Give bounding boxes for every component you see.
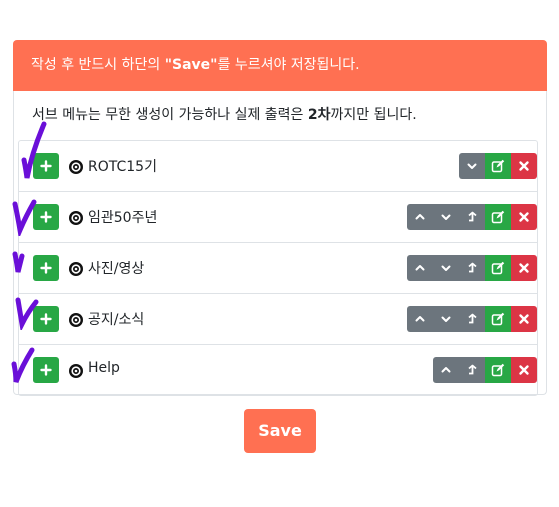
delete-button[interactable]	[511, 204, 537, 230]
close-icon	[518, 313, 530, 325]
chevron-up-icon	[414, 211, 426, 223]
menu-item-row: 공지/소식	[19, 294, 537, 345]
chevron-down-icon	[440, 313, 452, 325]
edit-button[interactable]	[485, 255, 511, 281]
plus-icon	[40, 160, 52, 172]
edit-icon	[491, 312, 505, 326]
menu-item-actions	[407, 255, 537, 281]
add-submenu-button[interactable]	[33, 204, 59, 230]
edit-button[interactable]	[485, 357, 511, 383]
target-icon	[69, 312, 83, 327]
plus-icon	[40, 211, 52, 223]
edit-icon	[491, 159, 505, 173]
save-notice-banner: 작성 후 반드시 하단의 "Save"를 누르셔야 저장됩니다.	[13, 40, 547, 91]
menu-item-row: 임관50주년	[19, 192, 537, 243]
move-down-button[interactable]	[433, 306, 459, 332]
target-icon	[69, 261, 83, 276]
target-icon	[69, 159, 83, 174]
menu-list: ROTC15기임관50주년사진/영상공지/소식 Help	[18, 140, 538, 396]
chevron-up-icon	[414, 262, 426, 274]
target-icon	[69, 363, 83, 378]
outdent-button[interactable]	[459, 357, 485, 383]
submenu-info: 서브 메뉴는 무한 생성이 가능하나 실제 출력은 2차까지만 됩니다.	[32, 104, 417, 124]
move-down-button[interactable]	[433, 204, 459, 230]
delete-button[interactable]	[511, 153, 537, 179]
add-submenu-button[interactable]	[33, 357, 59, 383]
move-down-button[interactable]	[433, 255, 459, 281]
outdent-button[interactable]	[459, 255, 485, 281]
plus-icon	[40, 313, 52, 325]
plus-icon	[40, 364, 52, 376]
level-up-icon	[466, 364, 478, 376]
edit-icon	[491, 261, 505, 275]
close-icon	[518, 160, 530, 172]
menu-item-actions	[433, 357, 537, 383]
move-down-button[interactable]	[459, 153, 485, 179]
move-up-button[interactable]	[433, 357, 459, 383]
chevron-up-icon	[440, 364, 452, 376]
menu-item-label: 공지/소식	[88, 312, 145, 328]
menu-item-actions	[407, 306, 537, 332]
menu-panel: 서브 메뉴는 무한 생성이 가능하나 실제 출력은 2차까지만 됩니다. ROT…	[13, 91, 547, 396]
outdent-button[interactable]	[459, 306, 485, 332]
menu-item-row: Help	[19, 345, 537, 395]
menu-item-row: 사진/영상	[19, 243, 537, 294]
menu-item-label: 임관50주년	[88, 210, 158, 226]
close-icon	[518, 262, 530, 274]
info-suffix: 까지만 됩니다.	[330, 107, 417, 123]
edit-icon	[491, 363, 505, 377]
move-up-button[interactable]	[407, 204, 433, 230]
save-button[interactable]: Save	[244, 409, 316, 453]
info-prefix: 서브 메뉴는 무한 생성이 가능하나 실제 출력은	[32, 107, 308, 123]
notice-suffix: 를 누르셔야 저장됩니다.	[217, 57, 360, 73]
delete-button[interactable]	[511, 306, 537, 332]
menu-item-actions	[459, 153, 537, 179]
move-up-button[interactable]	[407, 255, 433, 281]
add-submenu-button[interactable]	[33, 255, 59, 281]
delete-button[interactable]	[511, 255, 537, 281]
level-up-icon	[466, 211, 478, 223]
chevron-down-icon	[440, 211, 452, 223]
chevron-down-icon	[466, 160, 478, 172]
level-up-icon	[466, 313, 478, 325]
menu-item-row: ROTC15기	[19, 141, 537, 192]
menu-item-actions	[407, 204, 537, 230]
outdent-button[interactable]	[459, 204, 485, 230]
edit-button[interactable]	[485, 204, 511, 230]
notice-prefix: 작성 후 반드시 하단의	[31, 57, 165, 73]
move-up-button[interactable]	[407, 306, 433, 332]
menu-item-label: 사진/영상	[88, 261, 145, 277]
notice-highlight: "Save"	[164, 57, 218, 73]
close-icon	[518, 364, 530, 376]
add-submenu-button[interactable]	[33, 306, 59, 332]
edit-button[interactable]	[485, 306, 511, 332]
target-icon	[69, 210, 83, 225]
add-submenu-button[interactable]	[33, 153, 59, 179]
close-icon	[518, 211, 530, 223]
menu-item-label: ROTC15기	[88, 159, 157, 175]
delete-button[interactable]	[511, 357, 537, 383]
level-up-icon	[466, 262, 478, 274]
edit-button[interactable]	[485, 153, 511, 179]
info-highlight: 2차	[307, 107, 331, 123]
edit-icon	[491, 210, 505, 224]
plus-icon	[40, 262, 52, 274]
menu-item-label: Help	[88, 360, 120, 376]
chevron-down-icon	[440, 262, 452, 274]
chevron-up-icon	[414, 313, 426, 325]
